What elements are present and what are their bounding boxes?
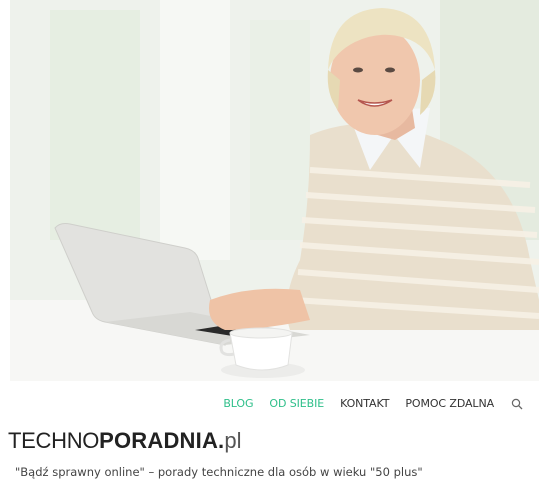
logo-part-poradnia: PORADNIA. (99, 428, 225, 453)
nav-item-kontakt[interactable]: KONTAKT (340, 397, 389, 410)
logo-part-pl: pl (224, 428, 242, 453)
hero-image (10, 0, 539, 381)
main-navigation: BLOG OD SIEBIE KONTAKT POMOC ZDALNA (207, 397, 523, 410)
nav-item-pomoc-zdalna[interactable]: POMOC ZDALNA (405, 397, 494, 410)
logo-part-techno: TECHNO (8, 428, 100, 453)
site-tagline: "Bądź sprawny online" – porady techniczn… (15, 465, 423, 479)
search-icon[interactable] (510, 397, 523, 410)
nav-item-od-siebie[interactable]: OD SIEBIE (269, 397, 324, 410)
nav-item-blog[interactable]: BLOG (223, 397, 253, 410)
site-logo[interactable]: TECHNOPORADNIA.pl (8, 428, 241, 454)
